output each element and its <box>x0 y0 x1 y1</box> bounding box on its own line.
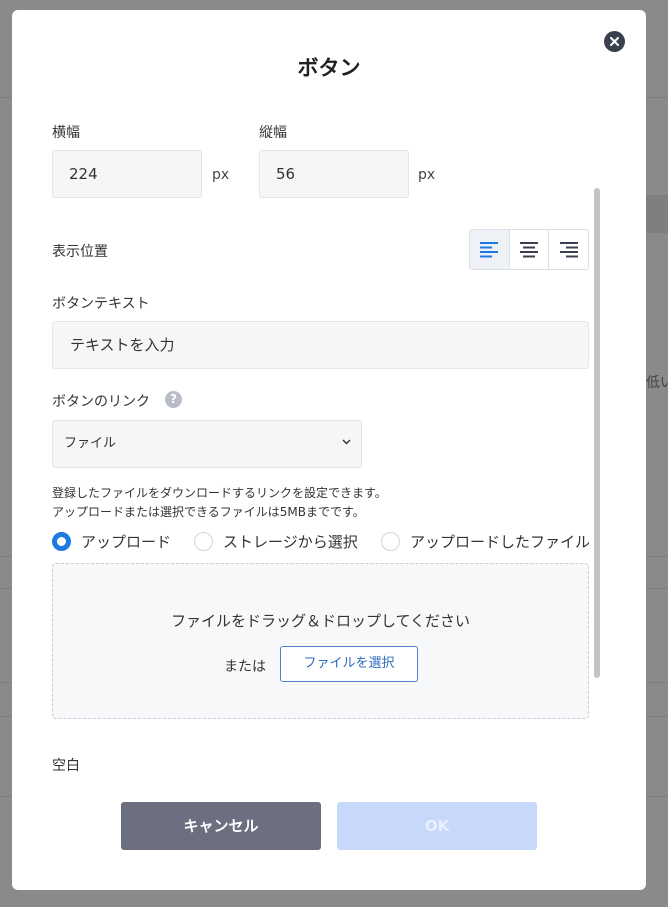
position-label: 表示位置 <box>52 244 108 260</box>
cancel-button[interactable]: キャンセル <box>121 802 321 850</box>
close-icon <box>610 37 619 46</box>
radio-circle <box>194 532 213 551</box>
align-center-icon <box>520 241 538 257</box>
select-file-button[interactable]: ファイルを選択 <box>280 646 418 682</box>
link-label: ボタンのリンク <box>52 394 150 410</box>
width-input[interactable]: 224 <box>52 150 202 198</box>
close-button[interactable] <box>604 31 625 52</box>
radio-label: アップロード <box>81 533 172 551</box>
modal-title: ボタン <box>297 56 361 80</box>
scrollbar[interactable] <box>594 188 600 678</box>
ok-button[interactable]: OK <box>337 802 537 850</box>
link-description-line2: アップロードまたは選択できるファイルは5MBまでです。 <box>52 505 365 519</box>
align-right-button[interactable] <box>549 230 588 269</box>
radio-label: ストレージから選択 <box>223 533 358 551</box>
link-type-select[interactable]: ファイル <box>52 420 362 468</box>
spacing-label: 空白 <box>52 758 80 774</box>
help-icon[interactable]: ? <box>165 391 182 408</box>
background-text-fragment: 低い <box>646 375 668 391</box>
radio-circle <box>52 532 71 551</box>
height-unit: px <box>418 167 436 183</box>
align-left-button[interactable] <box>470 230 510 269</box>
button-text-input[interactable]: テキストを入力 <box>52 321 589 369</box>
align-left-icon <box>480 241 499 257</box>
alignment-toggle-group <box>469 229 589 270</box>
radio-circle <box>381 532 400 551</box>
background-block <box>646 195 668 233</box>
radio-label: アップロードしたファイル <box>410 533 591 551</box>
height-input[interactable]: 56 <box>259 150 409 198</box>
width-unit: px <box>212 167 230 183</box>
link-type-selected: ファイル <box>64 436 117 451</box>
chevron-down-icon <box>342 439 351 445</box>
align-right-icon <box>559 241 578 257</box>
button-settings-modal: ボタン 横幅 224 px 縦幅 56 px 表示位置 ボタンテキスト テキスト… <box>12 10 646 890</box>
dropzone-text: ファイルをドラッグ＆ドロップしてください <box>170 612 471 630</box>
radio-storage[interactable]: ストレージから選択 <box>194 531 358 552</box>
width-label: 横幅 <box>52 125 80 141</box>
align-center-button[interactable] <box>509 230 550 269</box>
radio-upload[interactable]: アップロード <box>52 531 171 552</box>
button-text-label: ボタンテキスト <box>52 296 150 312</box>
link-description-line1: 登録したファイルをダウンロードするリンクを設定できます。 <box>52 486 387 500</box>
dropzone-or-text: または <box>224 659 266 675</box>
file-dropzone[interactable]: ファイルをドラッグ＆ドロップしてください または ファイルを選択 <box>52 563 589 719</box>
radio-uploaded-files[interactable]: アップロードしたファイル <box>381 531 590 552</box>
height-label: 縦幅 <box>259 125 287 141</box>
